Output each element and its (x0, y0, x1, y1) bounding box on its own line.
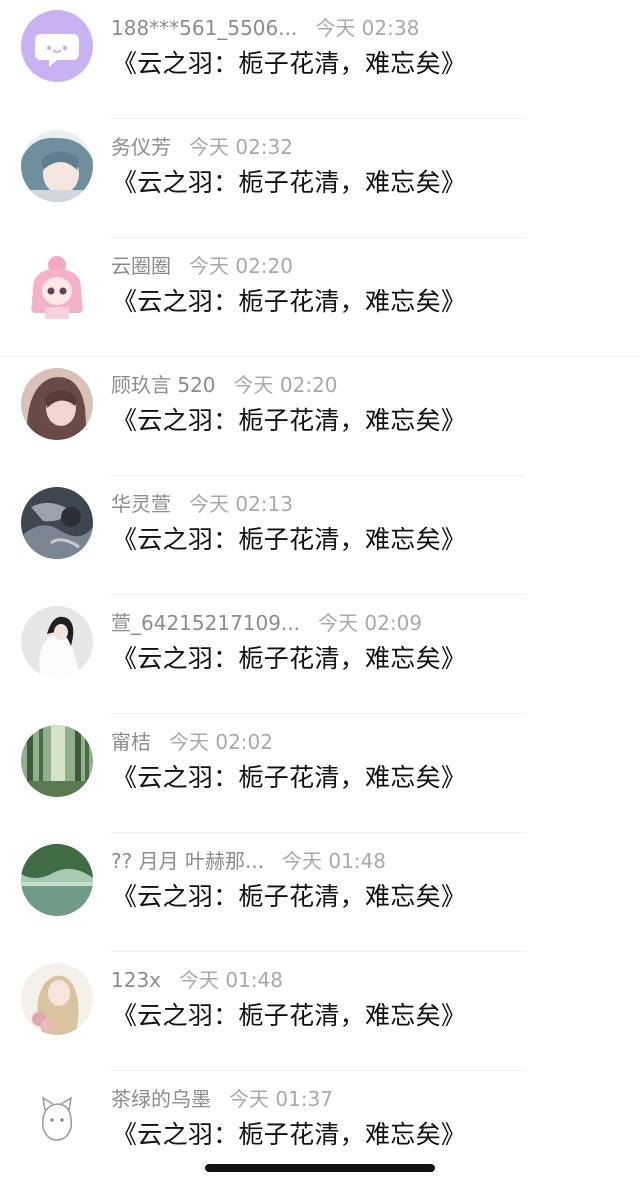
message-text[interactable]: 《云之羽：栀子花清，难忘矣》 (112, 165, 466, 201)
message-row[interactable]: 123x 今天 01:48 《云之羽：栀子花清，难忘矣》 (0, 952, 640, 1071)
sender-name[interactable]: 188***561_5506... (111, 16, 297, 40)
message-row[interactable]: 顾玖言 520 今天 02:20 《云之羽：栀子花清，难忘矣》 (0, 357, 640, 476)
girl-photo-avatar[interactable] (21, 368, 93, 440)
message-time: 今天 01:48 (282, 849, 387, 873)
message-row[interactable]: 云圈圈 今天 02:20 《云之羽：栀子花清，难忘矣》 (0, 238, 640, 357)
message-meta: 188***561_5506... 今天 02:38 (111, 14, 419, 42)
sender-name[interactable]: 务仪芳 (111, 135, 171, 159)
sender-name[interactable]: 甯桔 (111, 730, 151, 754)
message-text[interactable]: 《云之羽：栀子花清，难忘矣》 (112, 403, 466, 439)
message-row[interactable]: ?? 月月 叶赫那... 今天 01:48 《云之羽：栀子花清，难忘矣》 (0, 833, 640, 952)
message-time: 今天 02:38 (315, 16, 420, 40)
message-text[interactable]: 《云之羽：栀子花清，难忘矣》 (112, 1117, 466, 1153)
sender-name[interactable]: ?? 月月 叶赫那... (111, 849, 264, 873)
message-meta: 华灵萱 今天 02:13 (111, 490, 293, 518)
girl-white-dress-avatar[interactable] (21, 606, 93, 678)
message-text[interactable]: 《云之羽：栀子花清，难忘矣》 (112, 998, 466, 1034)
message-meta: 甯桔 今天 02:02 (111, 728, 273, 756)
message-text[interactable]: 《云之羽：栀子花清，难忘矣》 (112, 46, 466, 82)
message-time: 今天 02:02 (169, 730, 273, 754)
home-indicator[interactable] (205, 1164, 435, 1172)
sketch-cat-avatar[interactable] (21, 1082, 93, 1154)
sender-name[interactable]: 顾玖言 520 (111, 373, 216, 397)
message-text[interactable]: 《云之羽：栀子花清，难忘矣》 (112, 284, 466, 320)
dark-photo-avatar[interactable] (21, 487, 93, 559)
message-meta: 云圈圈 今天 02:20 (111, 252, 293, 280)
message-text[interactable]: 《云之羽：栀子花清，难忘矣》 (112, 522, 466, 558)
message-meta: 顾玖言 520 今天 02:20 (111, 371, 338, 399)
message-time: 今天 02:13 (189, 492, 293, 516)
message-time: 今天 02:20 (189, 254, 293, 278)
message-time: 今天 01:48 (179, 968, 284, 992)
purple-chat-icon-avatar[interactable] (21, 10, 93, 82)
message-meta: ?? 月月 叶赫那... 今天 01:48 (111, 847, 386, 875)
message-meta: 茶绿的乌墨 今天 01:37 (111, 1085, 333, 1113)
sender-name[interactable]: 华灵萱 (111, 492, 171, 516)
message-text[interactable]: 《云之羽：栀子花清，难忘矣》 (112, 879, 466, 915)
message-time: 今天 02:32 (189, 135, 293, 159)
message-row[interactable]: 华灵萱 今天 02:13 《云之羽：栀子花清，难忘矣》 (0, 476, 640, 595)
message-row[interactable]: 萱_64215217109... 今天 02:09 《云之羽：栀子花清，难忘矣》 (0, 595, 640, 714)
pink-chibi-girl-avatar[interactable] (21, 249, 93, 321)
forest-avatar[interactable] (21, 725, 93, 797)
message-row[interactable]: 茶绿的乌墨 今天 01:37 《云之羽：栀子花清，难忘矣》 (0, 1071, 640, 1190)
message-time: 今天 02:20 (233, 373, 338, 397)
message-text[interactable]: 《云之羽：栀子花清，难忘矣》 (112, 641, 466, 677)
message-meta: 萱_64215217109... 今天 02:09 (111, 609, 422, 637)
message-time: 今天 02:09 (318, 611, 423, 635)
message-meta: 123x 今天 01:48 (111, 966, 283, 994)
message-meta: 务仪芳 今天 02:32 (111, 133, 293, 161)
illustrated-girl-flowers-avatar[interactable] (21, 963, 93, 1035)
message-row[interactable]: 188***561_5506... 今天 02:38 《云之羽：栀子花清，难忘矣》 (0, 0, 640, 119)
message-row[interactable]: 务仪芳 今天 02:32 《云之羽：栀子花清，难忘矣》 (0, 119, 640, 238)
sender-name[interactable]: 云圈圈 (111, 254, 171, 278)
message-time: 今天 01:37 (229, 1087, 333, 1111)
sender-name[interactable]: 萱_64215217109... (111, 611, 300, 635)
message-row[interactable]: 甯桔 今天 02:02 《云之羽：栀子花清，难忘矣》 (0, 714, 640, 833)
message-text[interactable]: 《云之羽：栀子花清，难忘矣》 (112, 760, 466, 796)
sender-name[interactable]: 123x (111, 968, 161, 992)
anime-girl-blue-hair-avatar[interactable] (21, 130, 93, 202)
lake-landscape-avatar[interactable] (21, 844, 93, 916)
sender-name[interactable]: 茶绿的乌墨 (111, 1087, 211, 1111)
